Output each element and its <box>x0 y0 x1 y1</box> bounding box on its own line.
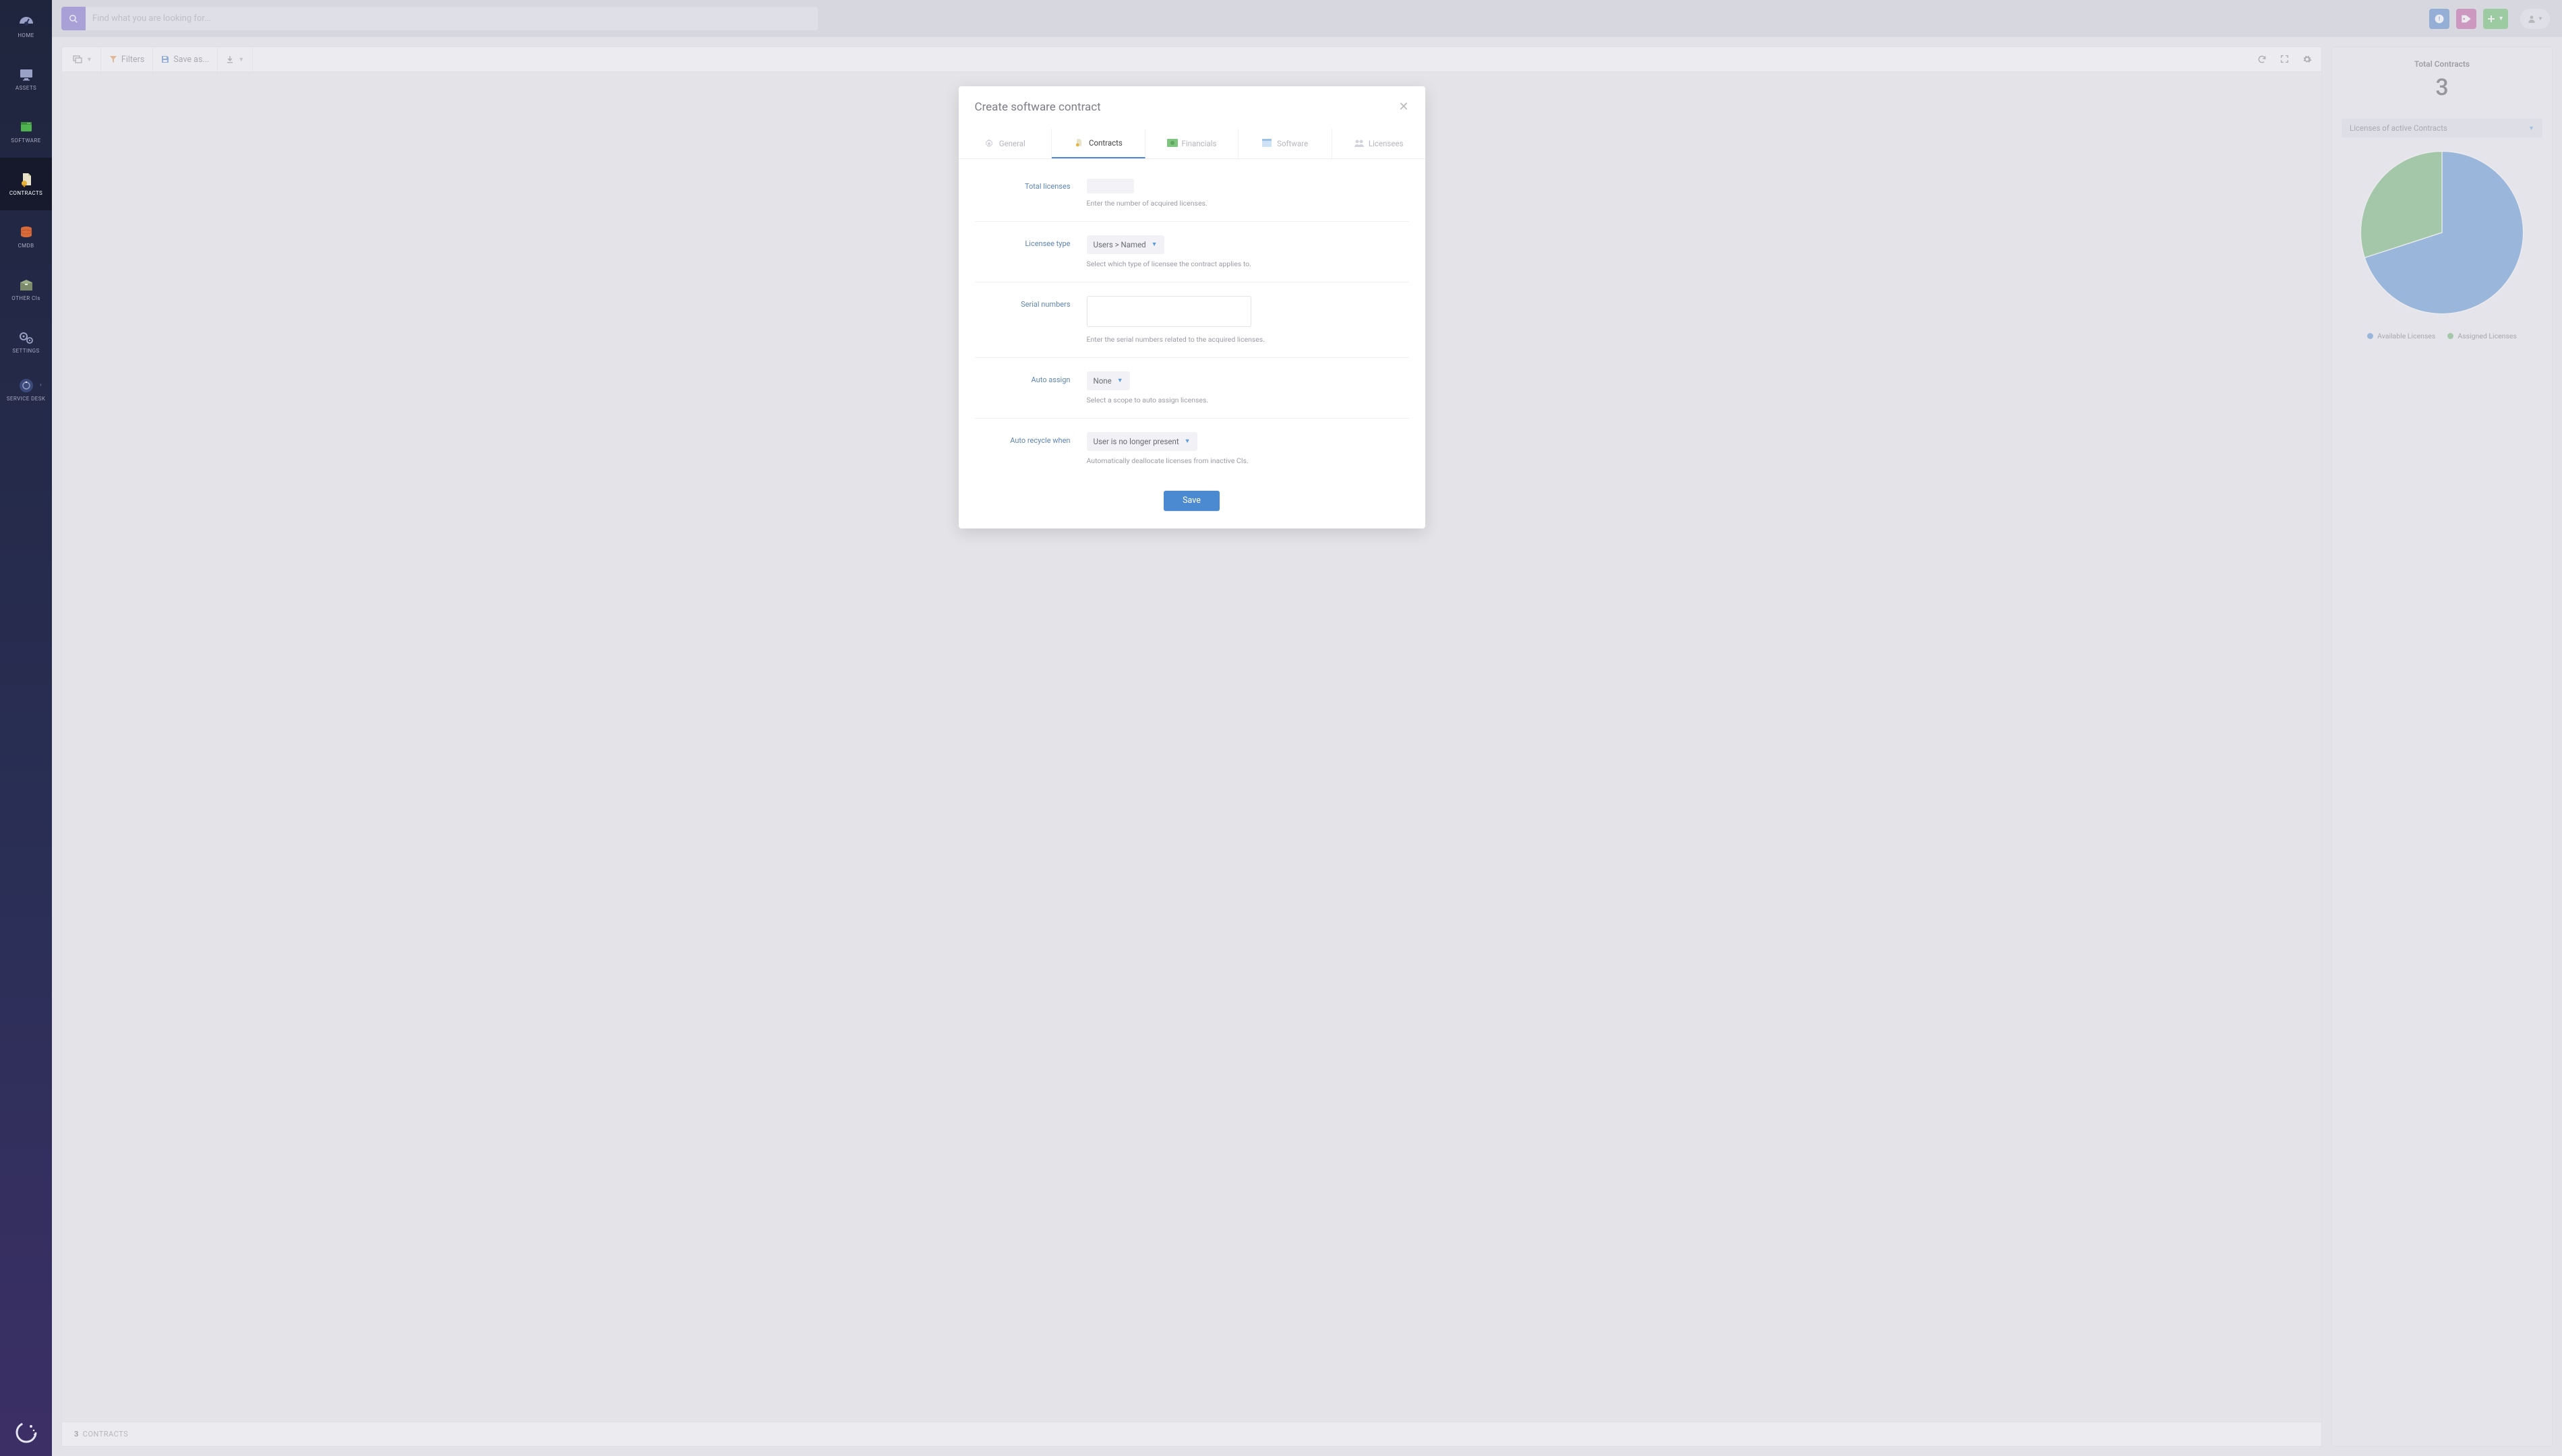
close-icon: ✕ <box>1398 100 1408 114</box>
chevron-down-icon: ▼ <box>1185 437 1191 445</box>
window-icon <box>1262 139 1272 148</box>
chevron-down-icon: ▼ <box>1152 241 1158 248</box>
dropdown-value: User is no longer present <box>1094 437 1179 446</box>
tab-label: Software <box>1277 139 1308 148</box>
modal-close-button[interactable]: ✕ <box>1398 100 1408 114</box>
tab-financials[interactable]: Financials <box>1145 129 1239 158</box>
gears-icon <box>18 330 35 345</box>
chevron-right-icon: › <box>40 382 41 388</box>
sidebar: HOME ASSETS SOFTWARE CONTRACTS CMDB <box>0 0 52 1456</box>
tab-general[interactable]: General <box>959 129 1052 158</box>
modal-tabs: General Contracts Financials Software <box>959 129 1425 159</box>
box-icon <box>18 278 35 293</box>
service-desk-icon <box>18 378 35 393</box>
field-label-serial-numbers: Serial numbers <box>975 296 1071 344</box>
sidebar-item-other-cis[interactable]: OTHER CIs <box>0 263 52 315</box>
field-hint: Select a scope to auto assign licenses. <box>1087 396 1409 404</box>
brand-logo-icon <box>15 1421 38 1444</box>
serial-numbers-input[interactable] <box>1087 296 1251 327</box>
sidebar-item-cmdb[interactable]: CMDB <box>0 210 52 263</box>
tab-label: Licensees <box>1369 139 1404 148</box>
document-badge-icon <box>1074 138 1083 148</box>
sidebar-item-label: OTHER CIs <box>11 295 40 301</box>
sidebar-item-software[interactable]: SOFTWARE <box>0 105 52 158</box>
window-icon <box>18 120 35 135</box>
field-hint: Enter the serial numbers related to the … <box>1087 335 1409 344</box>
auto-recycle-dropdown[interactable]: User is no longer present ▼ <box>1087 432 1197 451</box>
chevron-down-icon: ▼ <box>1117 377 1123 384</box>
modal-title: Create software contract <box>975 100 1101 114</box>
dropdown-value: None <box>1094 376 1112 386</box>
field-label-licensee-type: Licensee type <box>975 235 1071 268</box>
sidebar-item-label: CONTRACTS <box>9 190 42 196</box>
tab-label: Financials <box>1182 139 1217 148</box>
dropdown-value: Users > Named <box>1094 240 1146 249</box>
field-label-total-licenses: Total licenses <box>975 178 1071 208</box>
monitor-icon <box>18 67 35 82</box>
money-icon <box>1167 139 1176 148</box>
tab-contracts[interactable]: Contracts <box>1052 129 1145 158</box>
users-icon <box>1354 139 1363 148</box>
sidebar-item-settings[interactable]: SETTINGS <box>0 315 52 368</box>
sidebar-item-label: CMDB <box>18 243 34 249</box>
field-label-auto-recycle: Auto recycle when <box>975 432 1071 465</box>
document-badge-icon <box>18 173 35 187</box>
database-icon <box>18 225 35 240</box>
gauge-icon <box>18 15 35 30</box>
tab-licensees[interactable]: Licensees <box>1332 129 1425 158</box>
total-licenses-input[interactable] <box>1087 179 1134 193</box>
sidebar-item-service-desk[interactable]: SERVICE DESK › <box>0 368 52 421</box>
sidebar-item-home[interactable]: HOME <box>0 0 52 53</box>
sidebar-item-contracts[interactable]: CONTRACTS <box>0 158 52 210</box>
sidebar-item-assets[interactable]: ASSETS <box>0 53 52 105</box>
tab-label: Contracts <box>1089 138 1123 148</box>
save-button[interactable]: Save <box>1164 491 1220 511</box>
create-contract-modal: Create software contract ✕ General Contr… <box>959 86 1425 528</box>
field-hint: Enter the number of acquired licenses. <box>1087 199 1409 208</box>
sidebar-item-label: ASSETS <box>16 85 36 91</box>
tab-software[interactable]: Software <box>1239 129 1332 158</box>
licensee-type-dropdown[interactable]: Users > Named ▼ <box>1087 235 1164 254</box>
gear-icon <box>984 139 994 148</box>
sidebar-item-label: SOFTWARE <box>11 138 40 144</box>
field-hint: Select which type of licensee the contra… <box>1087 260 1409 268</box>
field-label-auto-assign: Auto assign <box>975 371 1071 404</box>
auto-assign-dropdown[interactable]: None ▼ <box>1087 371 1130 390</box>
field-hint: Automatically deallocate licenses from i… <box>1087 456 1409 465</box>
tab-label: General <box>999 139 1025 148</box>
sidebar-item-label: HOME <box>18 32 34 38</box>
sidebar-item-label: SERVICE DESK <box>7 396 46 402</box>
sidebar-item-label: SETTINGS <box>12 348 39 354</box>
